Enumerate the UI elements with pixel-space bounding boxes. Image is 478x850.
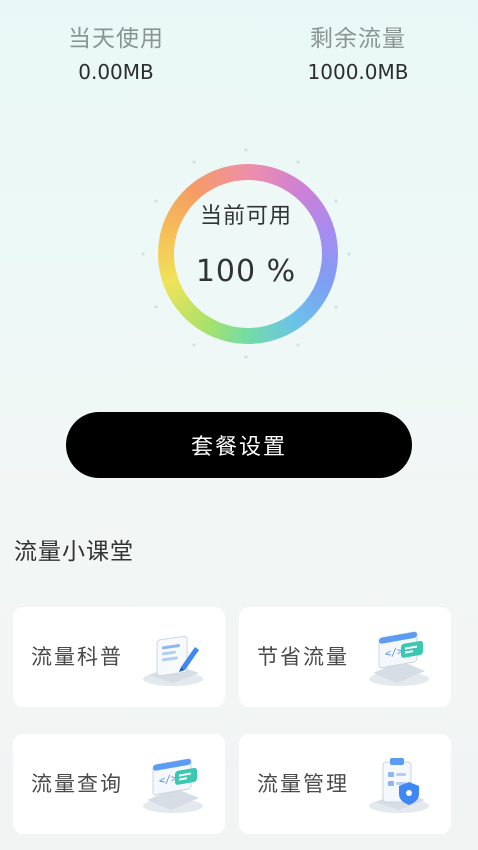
card-data-query[interactable]: 流量查询 </> [13,734,225,834]
card-label: 流量科普 [31,645,123,669]
today-usage-label: 当天使用 [68,26,164,52]
card-label: 节省流量 [257,645,349,669]
usage-stats: 当天使用 0.00MB 剩余流量 1000.0MB [0,22,478,92]
card-label: 流量管理 [257,772,349,796]
remaining-data: 剩余流量 1000.0MB [258,22,458,86]
today-usage: 当天使用 0.00MB [16,22,216,86]
code-window-icon: </> [137,752,207,816]
card-label: 流量查询 [31,772,123,796]
card-data-management[interactable]: 流量管理 [239,734,451,834]
plan-settings-button[interactable]: 套餐设置 [66,412,412,478]
gauge-value: 100 % [195,254,297,289]
availability-gauge: 当前可用 100 % [138,146,354,362]
remaining-data-value: 1000.0MB [307,60,409,84]
today-usage-value: 0.00MB [78,60,154,84]
section-title: 流量小课堂 [14,539,134,565]
gauge-label: 当前可用 [199,204,292,229]
code-window-icon: </> [363,625,433,689]
clipboard-shield-icon [363,752,433,816]
card-data-basics[interactable]: 流量科普 [13,607,225,707]
remaining-data-label: 剩余流量 [310,26,406,52]
document-pen-icon [137,625,207,689]
card-save-data[interactable]: 节省流量 </> [239,607,451,707]
